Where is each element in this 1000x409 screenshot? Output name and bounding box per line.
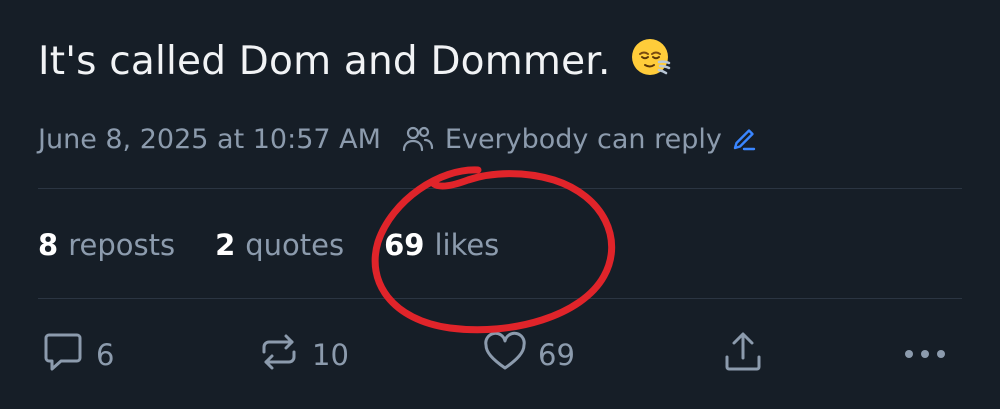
repost-count: 10 [312,338,349,372]
post-meta: June 8, 2025 at 10:57 AM Everybody can r… [38,118,758,160]
post-timestamp: June 8, 2025 at 10:57 AM [38,123,381,155]
post-text-content: It's called Dom and Dommer. [38,39,611,84]
post-actions: 6 10 69 [38,330,962,380]
like-button[interactable]: 69 [482,330,575,380]
post-detail: It's called Dom and Dommer. June 8, 2025… [0,0,1000,409]
post-text: It's called Dom and Dommer. [38,34,675,94]
heart-icon [482,330,528,381]
pencil-icon[interactable] [730,125,758,153]
speech-bubble-icon [40,330,86,381]
more-button[interactable] [900,330,950,380]
reposts-label: reposts [68,228,176,262]
relieved-face-emoji [629,34,675,94]
quotes-stat[interactable]: 2 quotes [215,228,344,262]
more-dots-icon [900,330,950,381]
share-button[interactable] [720,330,766,380]
reply-settings[interactable]: Everybody can reply [401,124,758,155]
divider [38,298,962,299]
post-stats: 8 reposts 2 quotes 69 likes [38,222,539,268]
divider [38,188,962,189]
quotes-count: 2 [215,228,236,262]
reposts-count: 8 [38,228,59,262]
quotes-label: quotes [245,228,345,262]
reposts-stat[interactable]: 8 reposts [38,228,175,262]
reply-button[interactable]: 6 [40,330,114,380]
likes-stat[interactable]: 69 likes [384,228,499,262]
like-count: 69 [538,338,575,372]
people-icon [401,124,435,154]
likes-count: 69 [384,228,425,262]
share-icon [720,330,766,381]
reply-count: 6 [96,338,115,372]
repost-button[interactable]: 10 [256,330,349,380]
reply-settings-label: Everybody can reply [444,123,722,155]
repost-arrows-icon [256,330,302,381]
likes-label: likes [434,228,500,262]
